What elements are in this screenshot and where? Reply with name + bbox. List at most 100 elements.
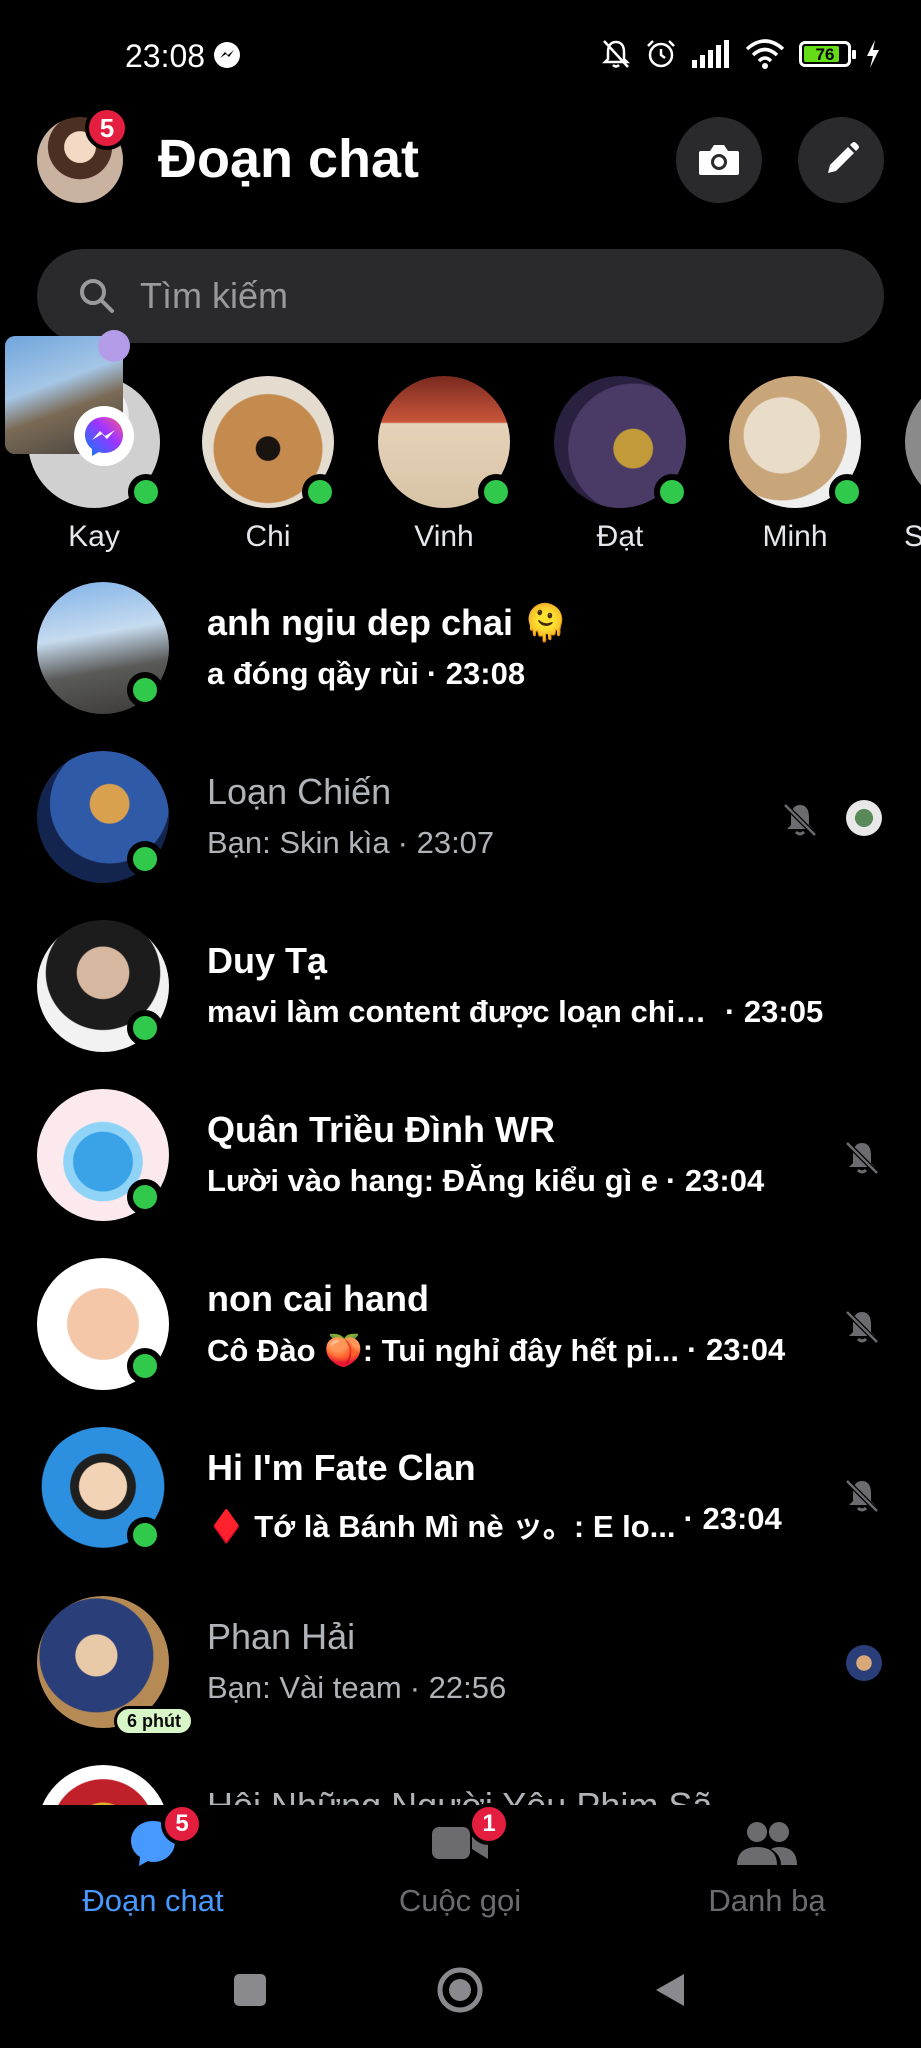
- camera-icon: [699, 145, 739, 175]
- chat-preview: ♦️ Tớ là Bánh Mì nè ッ。: E lo... · 23:04: [207, 1501, 782, 1546]
- chat-row[interactable]: Hội Những Người Yêu Phim Sã: [0, 1763, 921, 1805]
- avatar: [729, 376, 865, 510]
- chat-row[interactable]: Hi I'm Fate Clan ♦️ Tớ là Bánh Mì nè ッ。:…: [0, 1425, 921, 1575]
- online-indicator: [127, 1348, 163, 1384]
- bell-off-icon: [845, 1141, 879, 1175]
- status-bar: 23:08 76: [0, 0, 921, 120]
- avatar: [378, 376, 514, 510]
- status-icons: 76: [601, 36, 881, 72]
- chat-preview: mavi làm content được loạn chie... · 23:…: [207, 994, 823, 1030]
- online-indicator: [302, 474, 338, 510]
- active-user-name: S: [904, 520, 921, 553]
- online-indicator: [128, 474, 164, 510]
- online-indicator: [127, 672, 163, 708]
- messenger-icon: [214, 42, 240, 68]
- chat-last-message: Bạn: Skin kìa: [207, 825, 390, 860]
- chat-last-message: mavi làm content được loạn chie...: [207, 994, 717, 1029]
- profile-badge: 5: [85, 106, 129, 150]
- tab-label: Cuộc gọi: [398, 1883, 522, 1918]
- signal-icon: [692, 40, 729, 68]
- active-user-name: Vinh: [414, 520, 474, 553]
- charging-icon: [867, 40, 879, 68]
- tab-contacts[interactable]: Danh bạ: [657, 1815, 877, 1919]
- avatar: [202, 376, 338, 510]
- tab-calls[interactable]: 1 Cuộc gọi: [350, 1803, 570, 1919]
- chat-time: · 23:04: [665, 1163, 765, 1198]
- active-user[interactable]: S: [904, 376, 921, 554]
- system-nav-bar: [0, 1930, 921, 2048]
- messenger-logo-icon: [74, 406, 134, 466]
- chat-time: · 23:04: [687, 1332, 786, 1367]
- bell-off-icon: [783, 803, 817, 837]
- chat-last-message: Cô Đào 🍑: Tui nghỉ đây hết pi...: [207, 1333, 680, 1368]
- chat-name: Hi I'm Fate Clan: [207, 1447, 476, 1488]
- bell-off-icon: [845, 1479, 879, 1513]
- chat-time: · 23:04: [683, 1501, 782, 1536]
- active-user[interactable]: Đạt: [553, 376, 690, 554]
- avatar: [554, 376, 690, 510]
- home-button[interactable]: [436, 1966, 484, 2014]
- active-user[interactable]: Minh: [728, 376, 865, 554]
- wifi-icon: [745, 39, 785, 69]
- bell-off-icon: [845, 1310, 879, 1344]
- chat-preview: Bạn: Vài team · 22:56: [207, 1670, 506, 1706]
- chat-preview: Bạn: Skin kìa · 23:07: [207, 825, 494, 861]
- active-user[interactable]: Vinh: [377, 376, 514, 554]
- tab-chats[interactable]: 5 Đoạn chat: [43, 1803, 263, 1919]
- chat-name: Hội Những Người Yêu Phim Sã: [207, 1785, 712, 1805]
- chat-name: non cai hand: [207, 1278, 430, 1319]
- chat-time: · 23:07: [397, 825, 495, 860]
- active-user-name: Kay: [68, 520, 120, 553]
- search-input[interactable]: Tìm kiếm: [140, 275, 288, 317]
- chat-list: anh ngiu dep chai 🫠 a đóng qầy rùi · 23:…: [0, 580, 921, 1805]
- chat-row[interactable]: Loạn Chiến Bạn: Skin kìa · 23:07: [0, 749, 921, 899]
- tab-label: Đoạn chat: [82, 1883, 224, 1918]
- pencil-icon: [828, 142, 859, 173]
- header: 5 Đoạn chat: [0, 106, 921, 210]
- page-title: Đoạn chat: [158, 129, 420, 189]
- tab-label: Danh bạ: [708, 1883, 826, 1918]
- back-button[interactable]: [650, 1970, 690, 2010]
- chat-row[interactable]: Duy Tạ mavi làm content được loạn chie..…: [0, 918, 921, 1068]
- search-icon: [80, 279, 114, 313]
- active-user[interactable]: Chi: [201, 376, 338, 554]
- chat-name: Phan Hải: [207, 1616, 356, 1657]
- active-time-badge: 6 phút: [114, 1706, 194, 1736]
- chat-last-message: Lười vào hang: ĐĂng kiểu gì e: [207, 1163, 658, 1198]
- online-indicator: [478, 474, 514, 510]
- avatar: [905, 376, 921, 508]
- chat-time: · 23:05: [725, 994, 824, 1029]
- chat-head-indicator: [98, 330, 130, 362]
- chat-row[interactable]: non cai hand Cô Đào 🍑: Tui nghỉ đây hết …: [0, 1256, 921, 1406]
- online-indicator: [127, 1179, 163, 1215]
- chat-preview: a đóng qầy rùi · 23:08: [207, 656, 525, 692]
- seen-avatar: [846, 1645, 882, 1681]
- chat-row[interactable]: Quân Triều Đình WR Lười vào hang: ĐĂng k…: [0, 1087, 921, 1237]
- chat-preview: Lười vào hang: ĐĂng kiểu gì e · 23:04: [207, 1163, 764, 1199]
- active-user-name: Đạt: [596, 520, 644, 553]
- chat-last-message: Bạn: Vài team: [207, 1670, 402, 1705]
- seen-avatar: [846, 800, 882, 836]
- chat-name: Duy Tạ: [207, 940, 328, 981]
- chat-last-message: ♦️ Tớ là Bánh Mì nè ッ。: E lo...: [207, 1509, 676, 1544]
- chat-row[interactable]: 6 phút Phan Hải Bạn: Vài team · 22:56: [0, 1594, 921, 1744]
- recent-apps-button[interactable]: [230, 1970, 270, 2010]
- avatar: [37, 1765, 169, 1805]
- online-indicator: [127, 1517, 163, 1553]
- camera-button[interactable]: [676, 117, 762, 203]
- search-bar[interactable]: Tìm kiếm: [37, 249, 884, 343]
- bottom-tab-bar: 5 Đoạn chat 1 Cuộc gọi Danh bạ: [0, 1803, 921, 1920]
- chat-row[interactable]: anh ngiu dep chai 🫠 a đóng qầy rùi · 23:…: [0, 580, 921, 730]
- chat-name: Loạn Chiến: [207, 771, 392, 812]
- people-icon: [657, 1815, 877, 1871]
- online-indicator: [127, 841, 163, 877]
- online-indicator: [127, 1010, 163, 1046]
- battery-icon: 76: [799, 41, 856, 67]
- bell-off-icon: [601, 40, 631, 68]
- tab-badge: 5: [161, 1803, 203, 1845]
- compose-button[interactable]: [798, 117, 884, 203]
- chat-name: anh ngiu dep chai 🫠: [207, 602, 568, 643]
- status-time: 23:08: [125, 38, 206, 74]
- chat-name: Quân Triều Đình WR: [207, 1109, 555, 1150]
- chat-bubble-icon: 5: [43, 1803, 263, 1871]
